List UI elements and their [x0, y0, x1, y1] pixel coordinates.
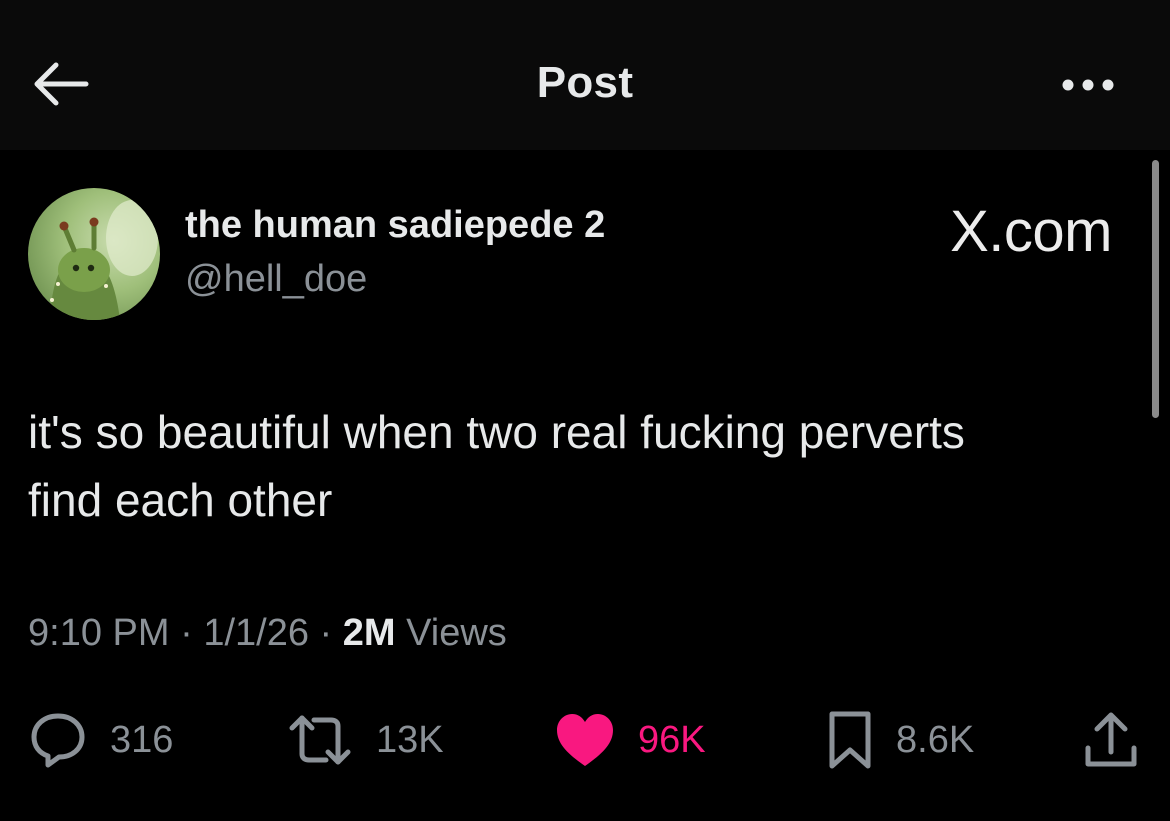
author-handle[interactable]: @hell_doe	[185, 258, 367, 301]
tweet-text-line: it's so beautiful when two real fucking …	[28, 406, 965, 458]
bookmark-count: 8.6K	[896, 718, 975, 761]
page-title: Post	[536, 58, 634, 107]
repost-button[interactable]: 13K	[286, 700, 444, 780]
views-count: 2M	[342, 612, 396, 654]
bookmark-icon	[829, 711, 871, 769]
meta-separator: ·	[180, 612, 193, 654]
watermark-logo: X.com	[950, 199, 1112, 264]
share-button[interactable]	[1082, 700, 1140, 780]
repost-count: 13K	[376, 718, 444, 761]
tweet-text: it's so beautiful when two real fucking …	[28, 398, 1128, 534]
top-bar: Post	[0, 0, 1170, 150]
like-count: 96K	[638, 718, 706, 761]
avatar[interactable]	[28, 188, 160, 320]
share-icon	[1085, 712, 1137, 767]
reply-count: 316	[110, 718, 174, 761]
author-display-name[interactable]: the human sadiepede 2	[185, 204, 605, 247]
like-button[interactable]: 96K	[554, 700, 706, 780]
bookmark-button[interactable]: 8.6K	[826, 700, 974, 780]
avatar-image	[28, 188, 160, 320]
more-horizontal-icon	[1062, 79, 1114, 91]
action-bar: 316 13K 96K 8.6K	[0, 700, 1170, 780]
meta-separator: ·	[319, 612, 333, 654]
reply-icon	[31, 713, 85, 768]
repost-icon	[289, 715, 351, 765]
tweet-text-line: find each other	[28, 474, 333, 526]
scrollbar[interactable]	[1152, 160, 1159, 418]
tweet-meta: 9:10 PM · 1/1/26 · 2M Views	[28, 612, 507, 655]
heart-filled-icon	[557, 714, 613, 766]
views-label: Views	[406, 612, 507, 654]
reply-button[interactable]: 316	[28, 700, 173, 780]
tweet-date[interactable]: 1/1/26	[203, 612, 309, 654]
more-options-button[interactable]	[1048, 62, 1128, 108]
tweet-time[interactable]: 9:10 PM	[28, 612, 170, 654]
